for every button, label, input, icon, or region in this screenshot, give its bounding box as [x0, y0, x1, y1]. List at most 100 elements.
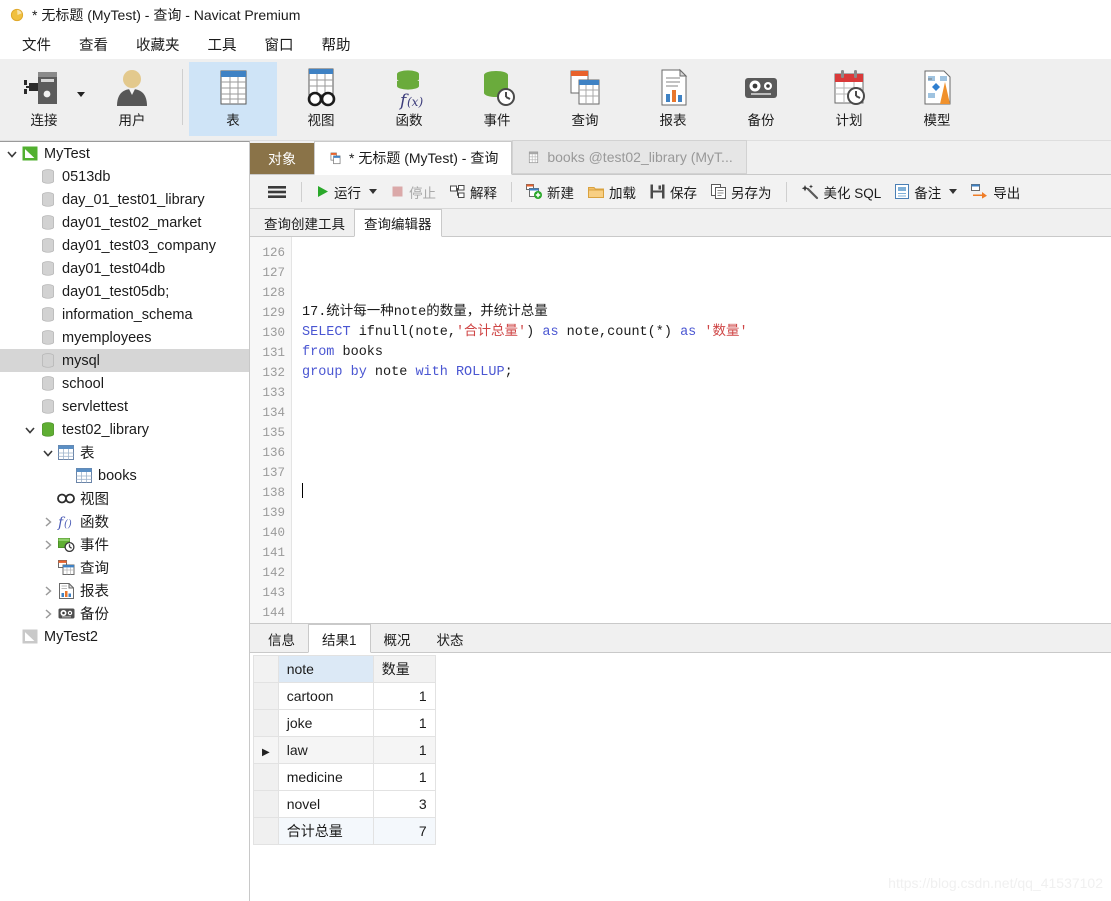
result-tab-info[interactable]: 信息 [255, 625, 308, 652]
table-row[interactable]: novel 3 [253, 790, 436, 818]
result-grid[interactable]: note 数量 cartoon 1 joke 1 ▶ law 1 medicine 1 novel 3 合… [253, 655, 436, 845]
toolbar-button-query[interactable]: 查询 [541, 62, 629, 136]
code-line[interactable] [302, 383, 1111, 403]
toolbar-button-report[interactable]: 报表 [629, 62, 717, 136]
code-line[interactable]: from books [302, 343, 1111, 363]
result-tab-profile[interactable]: 概况 [371, 625, 424, 652]
load-button[interactable]: 加载 [581, 179, 643, 205]
tree-item-day01_test05db[interactable]: day01_test05db; [0, 280, 249, 303]
grid-cell-count[interactable]: 7 [372, 817, 436, 845]
tree-item-myemployees[interactable]: myemployees [0, 326, 249, 349]
table-row[interactable]: 合计总量 7 [253, 817, 436, 845]
code-line[interactable] [302, 563, 1111, 583]
tree-item-[interactable]: 报表 [0, 579, 249, 602]
code-line[interactable] [302, 463, 1111, 483]
tree-item-test02_library[interactable]: test02_library [0, 418, 249, 441]
object-tree-sidebar[interactable]: MyTest 0513db day_01_test01_library day01_t… [0, 141, 250, 901]
chevron-right-icon[interactable] [40, 539, 56, 550]
grid-cell-note[interactable]: joke [277, 709, 374, 737]
row-marker[interactable] [253, 790, 279, 818]
tree-item-day01_test02_market[interactable]: day01_test02_market [0, 211, 249, 234]
toolbar-button-table[interactable]: 表 [189, 62, 277, 136]
chevron-down-icon[interactable] [77, 92, 85, 97]
code-line[interactable] [302, 283, 1111, 303]
code-line[interactable] [302, 523, 1111, 543]
grid-cell-count[interactable]: 1 [372, 682, 436, 710]
grid-cell-count[interactable]: 1 [372, 763, 436, 791]
new-button[interactable]: 新建 [519, 179, 581, 205]
code-line[interactable] [302, 263, 1111, 283]
sql-code-area[interactable]: 17.统计每一种note的数量，并统计总量 SELECT ifnull(note,… [292, 237, 1111, 623]
subtab-query-builder[interactable]: 查询创建工具 [255, 210, 354, 236]
grid-cell-note[interactable]: law [277, 736, 374, 764]
code-line[interactable] [302, 583, 1111, 603]
code-line[interactable]: 17.统计每一种note的数量，并统计总量 [302, 303, 1111, 323]
row-marker[interactable] [253, 817, 279, 845]
tree-item-school[interactable]: school [0, 372, 249, 395]
toolbar-button-user[interactable]: 用户 [88, 62, 176, 136]
result-tab-status[interactable]: 状态 [424, 625, 477, 652]
result-tab-result1[interactable]: 结果1 [308, 624, 371, 653]
code-line[interactable] [302, 483, 1111, 503]
menu-favorites[interactable]: 收藏夹 [122, 31, 194, 58]
tree-item-day_01_test01_library[interactable]: day_01_test01_library [0, 188, 249, 211]
menu-tools[interactable]: 工具 [194, 31, 251, 58]
chevron-down-icon[interactable] [40, 448, 56, 458]
hamburger-menu-button[interactable] [260, 181, 294, 203]
chevron-down-icon[interactable] [22, 425, 38, 435]
tree-item-information_schema[interactable]: information_schema [0, 303, 249, 326]
grid-cell-note[interactable]: 合计总量 [277, 817, 374, 845]
menu-view[interactable]: 查看 [65, 31, 122, 58]
tab-books-table[interactable]: books @test02_library (MyT... [512, 140, 747, 174]
tab-objects[interactable]: 对象 [250, 143, 314, 174]
toolbar-button-view[interactable]: 视图 [277, 62, 365, 136]
subtab-query-editor[interactable]: 查询编辑器 [354, 209, 442, 237]
chevron-down-icon[interactable] [369, 189, 377, 194]
table-row[interactable]: cartoon 1 [253, 682, 436, 710]
tree-item-servlettest[interactable]: servlettest [0, 395, 249, 418]
code-line[interactable]: group by note with ROLLUP; [302, 363, 1111, 383]
code-line[interactable] [302, 543, 1111, 563]
grid-column-header[interactable]: 数量 [372, 655, 436, 683]
export-button[interactable]: 导出 [964, 179, 1027, 205]
tree-item-[interactable]: 事件 [0, 533, 249, 556]
chevron-right-icon[interactable] [40, 585, 56, 596]
save-as-button[interactable]: 另存为 [704, 179, 779, 205]
grid-cell-note[interactable]: medicine [277, 763, 374, 791]
code-line[interactable] [302, 403, 1111, 423]
table-row[interactable]: ▶ law 1 [253, 736, 436, 764]
chevron-right-icon[interactable] [40, 608, 56, 619]
table-row[interactable]: medicine 1 [253, 763, 436, 791]
tree-item-MyTest2[interactable]: MyTest2 [0, 625, 249, 648]
beautify-sql-button[interactable]: 美化 SQL [794, 179, 889, 205]
tree-item-mysql[interactable]: mysql [0, 349, 249, 372]
tree-item-MyTest[interactable]: MyTest [0, 142, 249, 165]
tab-untitled-query[interactable]: * 无标题 (MyTest) - 查询 [314, 141, 513, 175]
menu-file[interactable]: 文件 [8, 31, 65, 58]
tree-item-[interactable]: 查询 [0, 556, 249, 579]
row-marker[interactable] [253, 763, 279, 791]
tree-item-[interactable]: 视图 [0, 487, 249, 510]
toolbar-button-connection[interactable]: 连接 [0, 62, 88, 136]
chevron-down-icon[interactable] [4, 149, 20, 159]
toolbar-button-function[interactable]: f (x) 函数 [365, 62, 453, 136]
tree-item-books[interactable]: books [0, 464, 249, 487]
tree-item-[interactable]: f() 函数 [0, 510, 249, 533]
note-button[interactable]: 备注 [888, 179, 964, 205]
tree-item-[interactable]: 表 [0, 441, 249, 464]
grid-cell-count[interactable]: 1 [372, 709, 436, 737]
code-line[interactable] [302, 243, 1111, 263]
tree-item-0513db[interactable]: 0513db [0, 165, 249, 188]
code-line[interactable] [302, 443, 1111, 463]
tree-item-day01_test04db[interactable]: day01_test04db [0, 257, 249, 280]
save-button[interactable]: 保存 [643, 179, 704, 205]
toolbar-button-event[interactable]: 事件 [453, 62, 541, 136]
row-marker[interactable] [253, 682, 279, 710]
toolbar-button-schedule[interactable]: 计划 [805, 62, 893, 136]
sql-editor[interactable]: 126 127 128 129 130 131 132 133 134 135 136 137 138 1… [250, 237, 1111, 623]
table-row[interactable]: joke 1 [253, 709, 436, 737]
row-marker[interactable] [253, 709, 279, 737]
menu-window[interactable]: 窗口 [251, 31, 308, 58]
toolbar-button-backup[interactable]: 备份 [717, 62, 805, 136]
grid-cell-count[interactable]: 3 [372, 790, 436, 818]
